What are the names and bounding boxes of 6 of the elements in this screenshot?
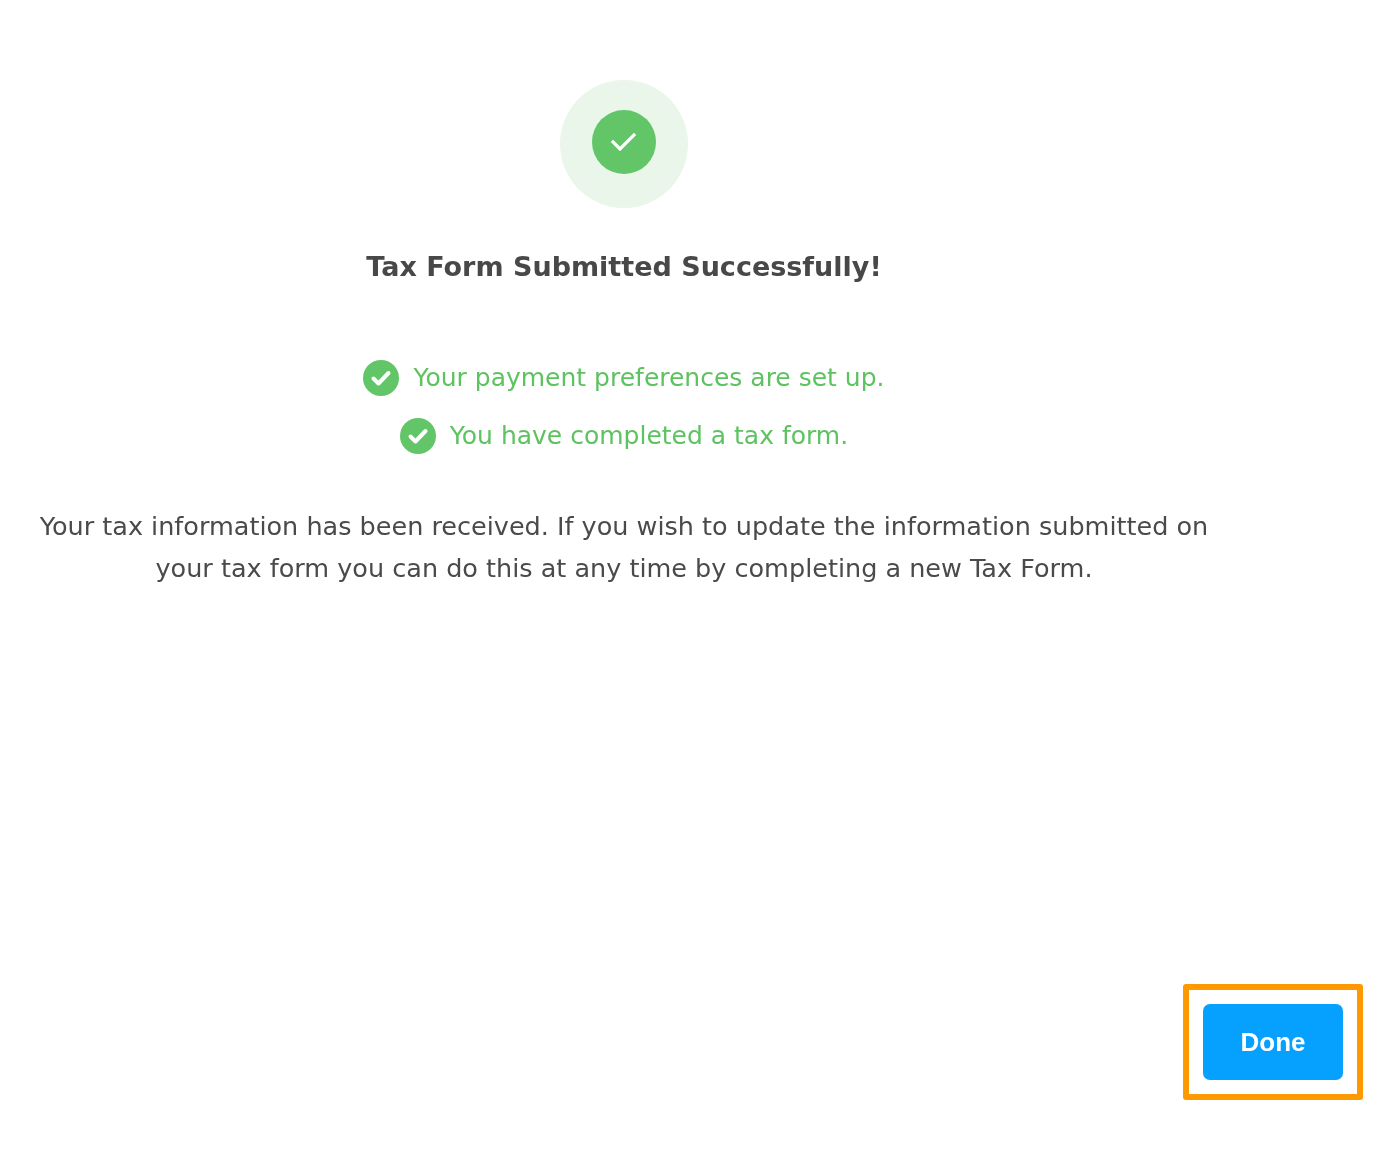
done-button[interactable]: Done (1203, 1004, 1343, 1080)
checklist-item-text: You have completed a tax form. (449, 420, 849, 452)
checklist-item-text: Your payment preferences are set up. (413, 362, 885, 394)
success-check-icon (560, 80, 688, 208)
success-title: Tax Form Submitted Successfully! (366, 250, 882, 284)
info-paragraph: Your tax information has been received. If you wish to update the information submitted on your tax form you can do this at any time by completing a new Tax Form. (38, 510, 1210, 585)
